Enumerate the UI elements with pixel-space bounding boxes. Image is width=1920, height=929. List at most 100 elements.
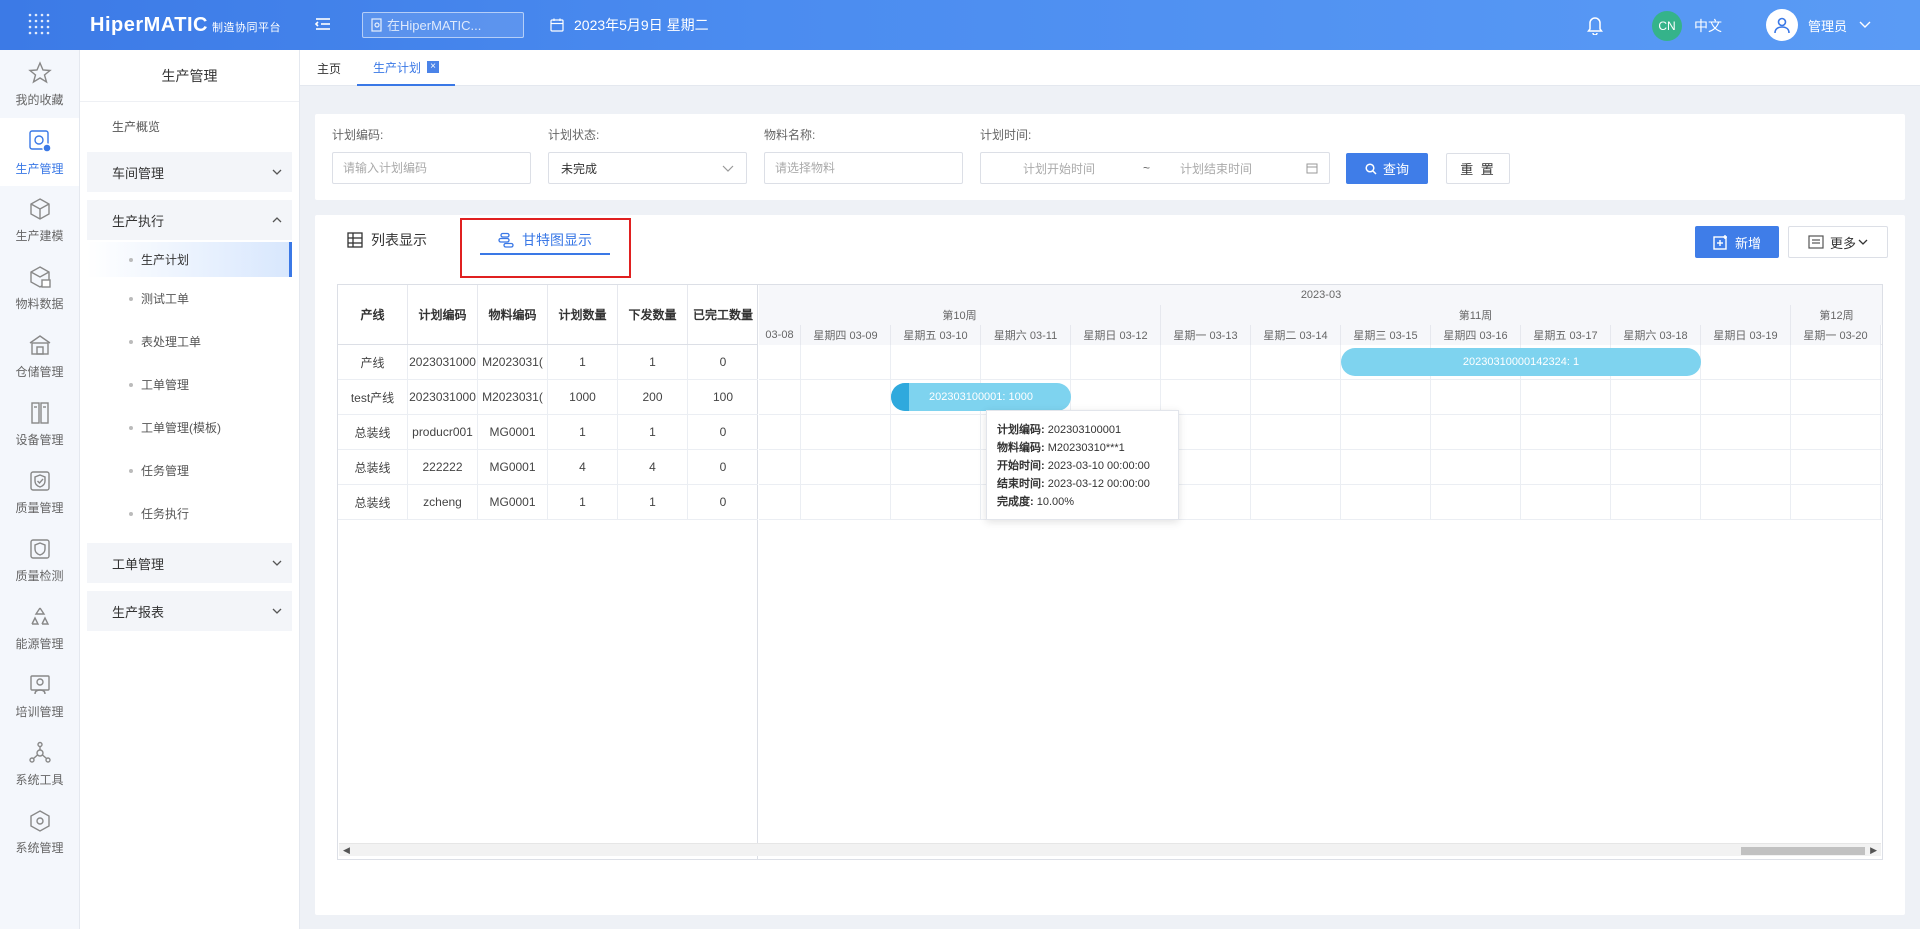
rail-item-tools[interactable]: 系统工具 [0,730,79,798]
scale-day: 星期一 03-13 [1161,325,1251,345]
scrollbar-thumb[interactable] [1741,847,1865,855]
app-grid-icon[interactable] [0,0,80,50]
rail-item-favorites[interactable]: 我的收藏 [0,50,79,118]
rail-label: 我的收藏 [15,92,64,107]
table-row[interactable]: 总装线 222222 MG0001 4 4 0 [338,450,758,485]
menu-toggle-icon[interactable] [314,15,334,35]
plan-time-range[interactable]: 计划开始时间 ~ 计划结束时间 [980,152,1330,184]
grid-hline [759,484,1882,485]
material-input[interactable] [764,152,963,184]
table-cell: 总装线 [338,485,408,519]
sidebar-group-execution[interactable]: 生产执行 [87,200,292,240]
gantt-bar[interactable]: 20230310000142324: 1 [1341,348,1701,376]
rail-item-material[interactable]: 物料数据 [0,254,79,322]
rail-label: 生产建模 [15,228,64,243]
top-header: HiperMATIC制造协同平台 2023年5月9日 星期二 CN 中文 管理员 [0,0,1920,50]
task-tooltip: 计划编码: 202303100001 物料编码: M20230310***1 开… [986,410,1179,520]
rail-item-inspection[interactable]: 质量检测 [0,526,79,594]
sidebar-group-workshop[interactable]: 车间管理 [87,152,292,192]
scale-week: 第11周 [1161,305,1791,325]
tab-home[interactable]: 主页 [317,50,341,86]
sidebar-group-report[interactable]: 生产报表 [87,591,292,631]
rail-item-system[interactable]: 系统管理 [0,798,79,866]
table-cell: 1 [618,345,688,379]
column-header-plan-qty: 计划数量 [548,285,618,344]
column-header-issued-qty: 下发数量 [618,285,688,344]
table-row[interactable]: 总装线 zcheng MG0001 1 1 0 [338,485,758,520]
notification-bell-icon[interactable] [1586,15,1604,38]
reset-button[interactable]: 重 置 [1446,153,1510,184]
scale-week: 第10周 [759,305,1161,325]
gantt-grid-header: 产线 计划编码 物料编码 计划数量 下发数量 已完工数量 [338,285,758,345]
sidebar-item-task-execution[interactable]: 任务执行 [87,492,292,535]
sidebar-item-order-template[interactable]: 工单管理(模板) [87,406,292,449]
rail-item-production[interactable]: 生产管理 [0,118,79,186]
tooltip-row-end: 结束时间: 2023-03-12 00:00:00 [997,475,1168,493]
scale-day: 星期五 03-10 [891,325,981,345]
rail-item-warehouse[interactable]: 仓储管理 [0,322,79,390]
chevron-down-icon [272,169,282,175]
tab-gantt-view[interactable]: 甘特图显示 [480,215,610,265]
tooltip-row-start: 开始时间: 2023-03-10 00:00:00 [997,457,1168,475]
table-cell: 200 [618,380,688,414]
gantt-horizontal-scrollbar[interactable]: ◀ ▶ [339,843,1881,856]
table-row[interactable]: test产线 2023031000 M2023031(1000 200 100 [338,380,758,415]
start-time-input[interactable]: 计划开始时间 [1023,160,1133,177]
scale-day: 星期六 03-18 [1611,325,1701,345]
table-row[interactable]: 总装线 producr001 MG0001 1 1 0 [338,415,758,450]
scroll-right-arrow-icon[interactable]: ▶ [1870,845,1877,856]
chevron-down-icon [1858,239,1868,245]
grid-vline [800,345,801,519]
sidebar-item-overview[interactable]: 生产概览 [80,106,299,148]
scale-month: 2023-03 [759,285,1882,305]
bullet-dot [129,296,133,301]
rail-item-quality[interactable]: 质量管理 [0,458,79,526]
rail-label: 能源管理 [15,636,64,651]
more-button[interactable]: 更多 [1788,226,1888,258]
search-icon [1365,162,1377,175]
global-search[interactable] [362,12,524,38]
plan-status-select[interactable]: 未完成 [548,152,747,184]
rail-item-training[interactable]: 培训管理 [0,662,79,730]
sidebar-item-order-management[interactable]: 工单管理 [87,363,292,406]
plan-panel: 列表显示 甘特图显示 新增 更多 产线 计划编码 物料编码 计划数量 下发数量 … [315,215,1905,915]
scale-day: 星期四 03-16 [1431,325,1521,345]
sidebar-item-task-management[interactable]: 任务管理 [87,449,292,492]
query-label: 查询 [1382,162,1409,177]
rail-label: 质量管理 [15,500,64,515]
query-button[interactable]: 查询 [1346,153,1428,184]
sidebar-item-production-plan[interactable]: 生产计划 [87,242,292,277]
scale-day: 星期三 03-15 [1341,325,1431,345]
sidebar-item-surface-order[interactable]: 表处理工单 [87,320,292,363]
gantt-bar[interactable]: 202303100001: 1000 [891,383,1071,411]
bullet-dot [129,425,133,430]
plan-time-label: 计划时间: [980,128,1032,142]
sidebar-item-test-order[interactable]: 测试工单 [87,277,292,320]
sidebar-group-workorder[interactable]: 工单管理 [87,543,292,583]
table-cell: 0 [719,460,727,474]
search-input[interactable] [387,17,517,33]
rail-item-device[interactable]: 设备管理 [0,390,79,458]
table-row[interactable]: 产线 2023031000 M2023031(1 1 0 [338,345,758,380]
end-time-input[interactable]: 计划结束时间 [1180,160,1300,177]
gantt-bar-progress [891,383,909,411]
scroll-left-arrow-icon[interactable]: ◀ [343,845,350,856]
brand-logo: HiperMATIC 制造协同平台 [90,14,281,37]
material-label: 物料名称: [764,128,816,142]
language-switch[interactable]: CN 中文 [1652,11,1722,41]
tab-list-view[interactable]: 列表显示 [347,215,427,265]
table-cell: 4 [618,450,688,484]
gantt-bar-label: 20230310000142324: 1 [1462,356,1580,368]
add-button[interactable]: 新增 [1695,226,1779,258]
system-icon [29,809,50,832]
quality-icon [29,470,50,491]
tab-production-plan[interactable]: 生产计划 × [357,50,456,86]
calendar-icon [1306,163,1318,174]
plan-code-input[interactable] [332,152,531,184]
user-menu[interactable]: 管理员 [1766,9,1871,41]
page-tabs: 主页 生产计划 × [300,50,1920,86]
table-cell: 1000 [548,380,618,414]
close-icon[interactable]: × [427,61,440,73]
rail-item-modeling[interactable]: 生产建模 [0,186,79,254]
rail-item-energy[interactable]: 能源管理 [0,594,79,662]
